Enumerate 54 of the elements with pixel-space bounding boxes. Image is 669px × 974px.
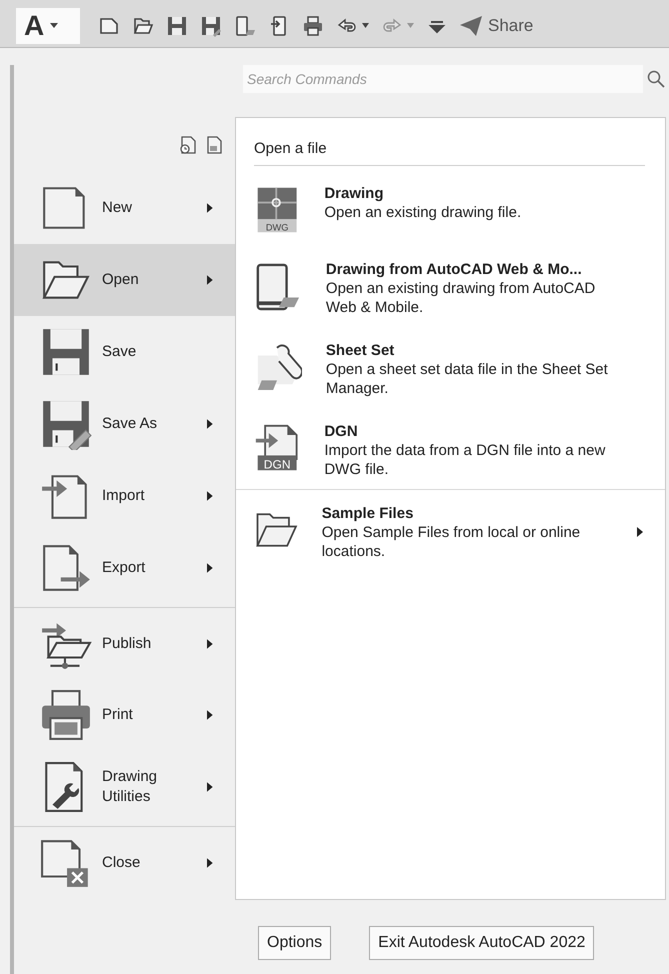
menu-item[interactable]: Save — [14, 316, 235, 388]
submenu-arrow-icon — [207, 710, 213, 720]
menu-item[interactable]: Open — [14, 244, 235, 316]
option-title: Drawing — [324, 184, 385, 203]
option-description: Import the data from a DGN file into a new DWG file. — [324, 441, 606, 479]
open-option[interactable]: Sheet Set Open a sheet set data file in the Sheet Set Manager. — [236, 327, 665, 408]
export-file-icon — [40, 542, 92, 594]
save-as-icon — [40, 398, 92, 450]
printer-icon — [40, 689, 92, 741]
search-field[interactable]: Search Commands — [243, 65, 643, 93]
menu-item[interactable]: New — [14, 172, 235, 244]
menu-item[interactable]: Print — [14, 679, 235, 751]
options-button[interactable]: Options — [258, 926, 332, 960]
option-description: Open a sheet set data file in the Sheet Set Manager. — [326, 360, 609, 398]
dropdown-caret-icon — [362, 23, 369, 28]
printer-icon — [302, 14, 324, 36]
menu-item[interactable]: Publish — [14, 607, 235, 679]
save-icon — [40, 326, 92, 378]
submenu-arrow-icon — [207, 203, 213, 213]
submenu-arrow-icon — [207, 491, 213, 501]
application-menu-button[interactable]: A — [16, 8, 80, 44]
exit-button[interactable]: Exit Autodesk AutoCAD 2022 — [369, 926, 594, 960]
submenu-arrow-icon — [207, 275, 213, 285]
menu-item[interactable]: Save As — [14, 388, 235, 460]
submenu-arrow-icon — [637, 527, 643, 537]
menu-item[interactable]: Drawing Utilities — [14, 751, 235, 823]
panel-title: Open a file — [254, 140, 645, 166]
menu-item[interactable]: Close — [14, 826, 235, 898]
submenu-arrow-icon — [207, 782, 213, 792]
share-button[interactable]: Share — [458, 14, 536, 38]
option-description: Open Sample Files from local or online locations. — [322, 523, 582, 561]
open-option[interactable]: Drawing from AutoCAD Web & Mo... Open an existing drawing from AutoCAD Web & Mobile. — [236, 246, 665, 327]
search-icon — [647, 70, 665, 88]
menu-item[interactable]: Export — [14, 532, 235, 604]
save-icon — [166, 14, 188, 36]
submenu-arrow-icon — [207, 858, 213, 868]
option-title: Drawing from AutoCAD Web & Mo... — [326, 260, 583, 279]
option-title: Sheet Set — [326, 341, 396, 360]
option-description: Open an existing drawing file. — [324, 203, 522, 222]
dropdown-caret-icon — [50, 23, 58, 28]
open-option[interactable]: Sample Files Open Sample Files from local or online locations. — [236, 489, 665, 571]
paper-plane-icon — [460, 16, 482, 36]
device-folder-icon — [234, 14, 256, 36]
option-title: Sample Files — [322, 504, 414, 523]
submenu-arrow-icon — [207, 419, 213, 429]
submenu-arrow-icon — [207, 563, 213, 573]
open-option[interactable]: DGN DGN Import the data from a DGN file into a new DWG file. — [236, 408, 665, 489]
menu-item[interactable]: Import — [14, 460, 235, 532]
open-option[interactable]: DWG Drawing Open an existing drawing file. — [236, 170, 665, 246]
save-as-icon — [200, 14, 222, 36]
dropdown-caret-icon — [407, 23, 414, 28]
option-title: DGN — [324, 422, 359, 441]
option-description: Open an existing drawing from AutoCAD Web & Mobile. — [326, 279, 596, 317]
submenu-arrow-icon — [207, 638, 213, 648]
